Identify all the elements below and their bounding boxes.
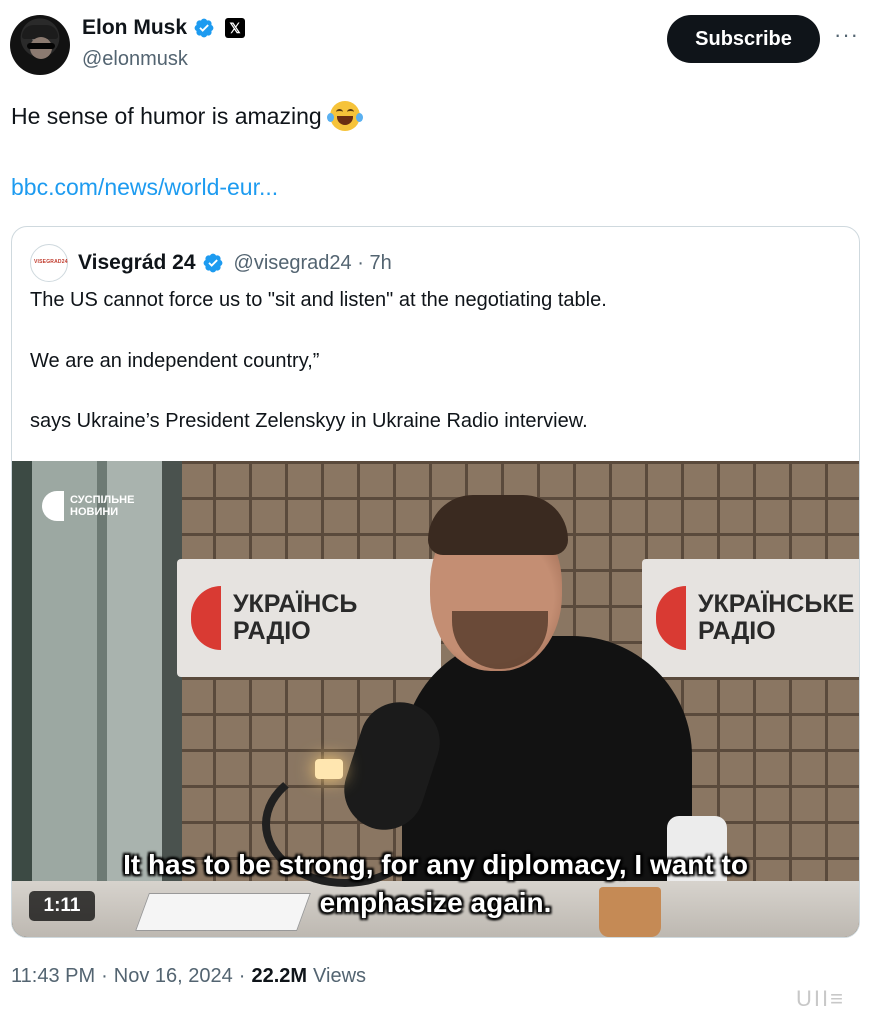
quoted-paragraph: The US cannot force us to "sit and liste… bbox=[30, 289, 607, 311]
radio-sign-right: УКРАЇНСЬКЕ РАДІО bbox=[642, 559, 859, 677]
quoted-paragraph: We are an independent country,” bbox=[30, 350, 320, 372]
tweet-text-content: He sense of humor is amazing bbox=[11, 102, 322, 129]
author-handle[interactable]: @elonmusk bbox=[82, 48, 188, 71]
radio-sign-right-text: УКРАЇНСЬКЕ РАДІО bbox=[698, 589, 855, 645]
quoted-avatar-label: VISEGRAD24 bbox=[34, 259, 68, 265]
channel-logo: СУСПІЛЬНЕ НОВИНИ bbox=[42, 491, 134, 521]
verified-badge-icon bbox=[203, 253, 222, 273]
views-count: 22.2M bbox=[251, 965, 308, 987]
tweet-link[interactable]: bbc.com/news/world-eur... bbox=[11, 174, 278, 201]
video-duration: 1:11 bbox=[29, 891, 95, 921]
quoted-handle-time[interactable]: @visegrad24 · 7h bbox=[234, 252, 392, 275]
author-name-row: Elon Musk 𝕏 bbox=[82, 16, 246, 40]
meta-separator: · bbox=[101, 965, 108, 987]
face-with-tears-of-joy-icon bbox=[326, 101, 363, 131]
watermark: UII≡ bbox=[796, 986, 845, 1011]
tweet-text: He sense of humor is amazing bbox=[11, 101, 363, 131]
verified-badge-icon bbox=[194, 18, 214, 38]
channel-logo-icon bbox=[42, 491, 64, 521]
quoted-paragraph: says Ukraine’s President Zelenskyy in Uk… bbox=[30, 410, 588, 432]
on-air-lamp bbox=[315, 759, 343, 779]
tweet-date[interactable]: Nov 16, 2024 bbox=[114, 965, 233, 988]
meta-separator: · bbox=[238, 965, 246, 987]
radio-sign-left: УКРАЇНСЬ РАДІО bbox=[177, 559, 441, 677]
channel-logo-text: СУСПІЛЬНЕ НОВИНИ bbox=[70, 494, 135, 518]
tweet-time[interactable]: 11:43 PM bbox=[11, 965, 95, 988]
author-avatar[interactable] bbox=[10, 15, 70, 75]
quoted-avatar[interactable]: VISEGRAD24 bbox=[30, 244, 68, 282]
tweet-meta: 11:43 PM · Nov 16, 2024 · 22.2M Views bbox=[11, 965, 366, 988]
radio-sign-left-text: УКРАЇНСЬ РАДІО bbox=[233, 589, 358, 645]
subscribe-button[interactable]: Subscribe bbox=[667, 15, 820, 63]
avatar-glasses bbox=[27, 43, 55, 49]
quoted-header: VISEGRAD24 Visegrád 24 @visegrad24 · 7h bbox=[30, 244, 392, 282]
speaker-hair bbox=[428, 495, 568, 555]
author-name[interactable]: Elon Musk bbox=[82, 16, 187, 40]
quoted-name[interactable]: Visegrád 24 bbox=[78, 251, 196, 275]
more-options-icon[interactable]: ··· bbox=[834, 22, 859, 48]
video-player[interactable]: УКРАЇНСЬ РАДІО УКРАЇНСЬКЕ РАДІО СУСПІЛЬН… bbox=[12, 461, 859, 937]
views-label: Views bbox=[313, 965, 367, 987]
video-subtitle: It has to be strong, for any diplomacy, … bbox=[123, 849, 748, 918]
x-logo-icon: 𝕏 bbox=[225, 18, 246, 38]
quoted-tweet[interactable]: VISEGRAD24 Visegrád 24 @visegrad24 · 7h … bbox=[11, 226, 860, 938]
